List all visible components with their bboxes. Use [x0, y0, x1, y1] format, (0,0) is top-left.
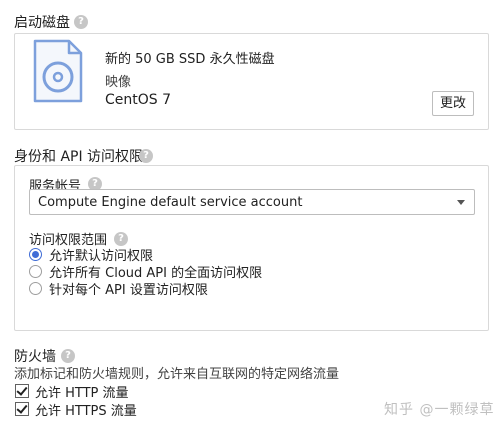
identity-title: 身份和 API 访问权限: [14, 149, 144, 165]
checkbox-https[interactable]: [15, 402, 29, 416]
check-icon: [16, 384, 28, 396]
checkbox-https-label: 允许 HTTPS 流量: [35, 404, 137, 419]
check-icon: [16, 402, 28, 414]
identity-panel: 服务帐号 ? Compute Engine default service ac…: [14, 165, 489, 331]
radio-full-access[interactable]: [29, 265, 42, 278]
image-name: CentOS 7: [105, 92, 172, 108]
help-icon[interactable]: ?: [74, 15, 88, 29]
checkbox-http[interactable]: [15, 384, 29, 398]
service-account-select[interactable]: Compute Engine default service account: [29, 189, 475, 215]
watermark: 知乎 @一颗绿草: [384, 402, 495, 418]
help-icon[interactable]: ?: [114, 232, 128, 246]
chevron-down-icon: [457, 200, 465, 205]
image-label: 映像: [105, 75, 132, 90]
help-icon[interactable]: ?: [61, 349, 75, 363]
disk-title: 新的 50 GB SSD 永久性磁盘: [105, 52, 275, 67]
radio-per-api-access-label: 针对每个 API 设置访问权限: [49, 283, 208, 298]
radio-default-access[interactable]: [29, 248, 42, 261]
boot-disk-panel: 新的 50 GB SSD 永久性磁盘 映像 CentOS 7 更改: [14, 33, 489, 130]
radio-per-api-access[interactable]: [29, 282, 42, 295]
service-account-value: Compute Engine default service account: [38, 195, 303, 210]
firewall-description: 添加标记和防火墙规则，允许来自互联网的特定网络流量: [14, 367, 340, 382]
change-button[interactable]: 更改: [432, 91, 474, 116]
boot-disk-title: 启动磁盘: [14, 15, 70, 31]
help-icon[interactable]: ?: [139, 149, 153, 163]
disk-file-icon: [33, 39, 83, 103]
checkbox-http-label: 允许 HTTP 流量: [35, 386, 129, 401]
